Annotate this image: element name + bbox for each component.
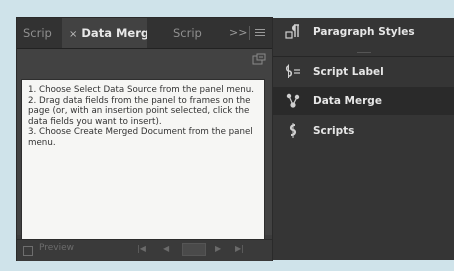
panel-menu-icon[interactable] xyxy=(255,27,265,38)
instruction-step-3: 3. Choose Create Merged Document from th… xyxy=(28,127,253,148)
data-merge-icon xyxy=(286,93,300,108)
screenshot-frame: Scrip × Data Merge Scrip >> 1. Choose Sel… xyxy=(0,0,454,271)
tab-label: Scrip xyxy=(173,26,202,40)
dock-item-paragraph-styles[interactable]: Paragraph Styles xyxy=(273,18,454,46)
last-record-button[interactable]: ▶| xyxy=(235,244,244,253)
data-merge-panel: Scrip × Data Merge Scrip >> 1. Choose Sel… xyxy=(17,18,272,261)
tab-data-merge[interactable]: × Data Merge xyxy=(62,18,147,48)
dock-item-label: Scripts xyxy=(313,125,355,137)
panel-tab-bar: Scrip × Data Merge Scrip >> xyxy=(17,18,272,49)
record-number-field[interactable] xyxy=(182,243,206,256)
dock-item-data-merge[interactable]: Data Merge xyxy=(273,87,454,115)
tab-close-icon[interactable]: × xyxy=(69,29,77,40)
instruction-step-2: 2. Drag data fields from the panel to fr… xyxy=(28,95,251,127)
collapsed-panel-dock: Paragraph Styles Script Label Data Merge xyxy=(273,18,454,260)
script-label-icon xyxy=(285,64,300,78)
tab-divider xyxy=(249,26,250,40)
panel-body: 1. Choose Select Data Source from the pa… xyxy=(17,49,272,255)
dock-item-script-label[interactable]: Script Label xyxy=(273,58,454,86)
instructions-box: 1. Choose Select Data Source from the pa… xyxy=(21,79,265,255)
instruction-step-1: 1. Choose Select Data Source from the pa… xyxy=(28,85,254,95)
dock-divider xyxy=(273,56,454,57)
next-record-button[interactable]: ▶ xyxy=(215,244,221,253)
dock-item-label: Data Merge xyxy=(313,95,382,107)
panel-bottom-bar: Preview |◀ ◀ ▶ ▶| xyxy=(17,239,272,261)
preview-label: Preview xyxy=(39,243,75,253)
tab-label: Data Merge xyxy=(81,26,147,40)
dock-separator-grip[interactable] xyxy=(357,52,371,53)
preview-checkbox[interactable] xyxy=(23,246,33,256)
dock-item-label: Script Label xyxy=(313,66,384,78)
paragraph-styles-icon xyxy=(285,24,299,39)
tab-overflow-icon[interactable]: >> xyxy=(229,18,247,48)
tab-script-label[interactable]: Scrip xyxy=(17,18,68,48)
dock-item-label: Paragraph Styles xyxy=(313,26,415,38)
first-record-button[interactable]: |◀ xyxy=(137,244,146,253)
tab-scripts[interactable]: Scrip xyxy=(147,18,213,48)
scripts-icon xyxy=(289,123,297,138)
previous-record-button[interactable]: ◀ xyxy=(163,244,169,253)
panel-options-icon[interactable] xyxy=(252,53,266,65)
tab-label: Scrip xyxy=(23,26,52,40)
dock-item-scripts[interactable]: Scripts xyxy=(273,117,454,145)
